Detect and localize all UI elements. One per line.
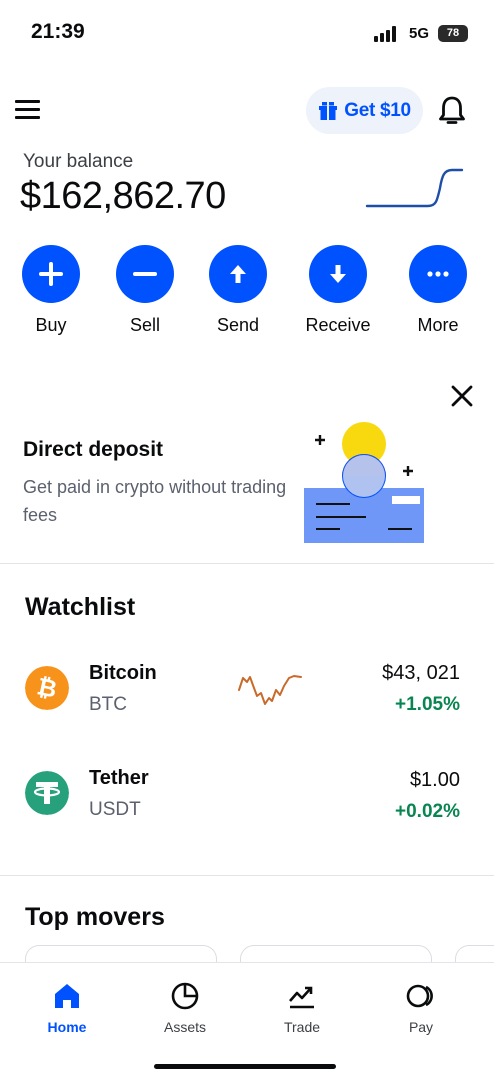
- asset-price: $43, 021: [382, 662, 460, 684]
- more-icon: [427, 271, 449, 277]
- asset-name: Bitcoin: [89, 662, 157, 684]
- nav-home-label: Home: [47, 1019, 87, 1035]
- home-indicator: [154, 1064, 336, 1069]
- more-button[interactable]: More: [393, 245, 483, 340]
- network-label: 5G: [409, 25, 430, 42]
- asset-ticker: USDT: [89, 799, 141, 820]
- more-label: More: [417, 315, 459, 335]
- signal-icon: [374, 26, 398, 42]
- receive-label: Receive: [305, 315, 371, 335]
- nav-home[interactable]: Home: [17, 981, 117, 1041]
- arrow-down-icon: [330, 265, 346, 283]
- bell-icon[interactable]: [437, 95, 467, 127]
- balance-sparkline: [365, 168, 464, 208]
- receive-button[interactable]: Receive: [293, 245, 383, 340]
- asset-change: +1.05%: [395, 694, 460, 715]
- status-time: 21:39: [31, 20, 85, 43]
- pie-chart-icon: [171, 982, 199, 1010]
- trade-chart-icon: [289, 986, 314, 1009]
- asset-ticker: BTC: [89, 694, 127, 715]
- asset-change: +0.02%: [395, 801, 460, 822]
- send-button[interactable]: Send: [193, 245, 283, 340]
- plus-icon: [39, 262, 63, 286]
- menu-button[interactable]: [15, 98, 42, 122]
- section-divider: [0, 875, 494, 876]
- tether-icon: [25, 771, 69, 815]
- send-label: Send: [216, 315, 260, 335]
- buy-button[interactable]: Buy: [6, 245, 96, 340]
- sell-label: Sell: [129, 315, 160, 335]
- balance-value: $162,862.70: [20, 175, 226, 217]
- get-reward-button[interactable]: Get $10: [306, 87, 423, 134]
- asset-name: Tether: [89, 767, 149, 789]
- arrow-up-icon: [230, 265, 246, 283]
- promo-card-description: Get paid in crypto without trading fees: [23, 477, 287, 525]
- top-movers-title: Top movers: [25, 903, 165, 931]
- direct-deposit-illustration: [304, 422, 424, 543]
- promo-card-title: Direct deposit: [23, 438, 164, 461]
- nav-assets-label: Assets: [163, 1019, 206, 1035]
- battery-icon: 78: [438, 25, 468, 42]
- gift-icon: [319, 101, 338, 120]
- watchlist-title: Watchlist: [25, 593, 136, 621]
- balance-label: Your balance: [23, 151, 134, 172]
- home-icon: [55, 984, 79, 1008]
- get-reward-label: Get $10: [344, 99, 411, 121]
- nav-assets[interactable]: Assets: [135, 981, 235, 1041]
- watchlist-row-tether[interactable]: Tether USDT $1.00 +0.02%: [0, 753, 494, 833]
- nav-pay[interactable]: Pay: [371, 981, 471, 1041]
- nav-trade[interactable]: Trade: [252, 981, 352, 1041]
- close-icon[interactable]: [447, 381, 477, 411]
- bitcoin-icon: ₿: [25, 666, 69, 710]
- buy-label: Buy: [35, 315, 67, 335]
- sell-button[interactable]: Sell: [100, 245, 190, 340]
- section-divider: [0, 563, 494, 564]
- minus-icon: [133, 272, 157, 276]
- bottom-nav: Home Assets Trade Pay: [0, 962, 494, 1075]
- asset-price: $1.00: [409, 769, 460, 791]
- status-bar: 21:39 5G 78: [0, 0, 494, 66]
- nav-pay-label: Pay: [408, 1019, 434, 1035]
- nav-trade-label: Trade: [283, 1019, 321, 1035]
- bitcoin-sparkline: [238, 675, 302, 705]
- pay-icon: [406, 984, 433, 1008]
